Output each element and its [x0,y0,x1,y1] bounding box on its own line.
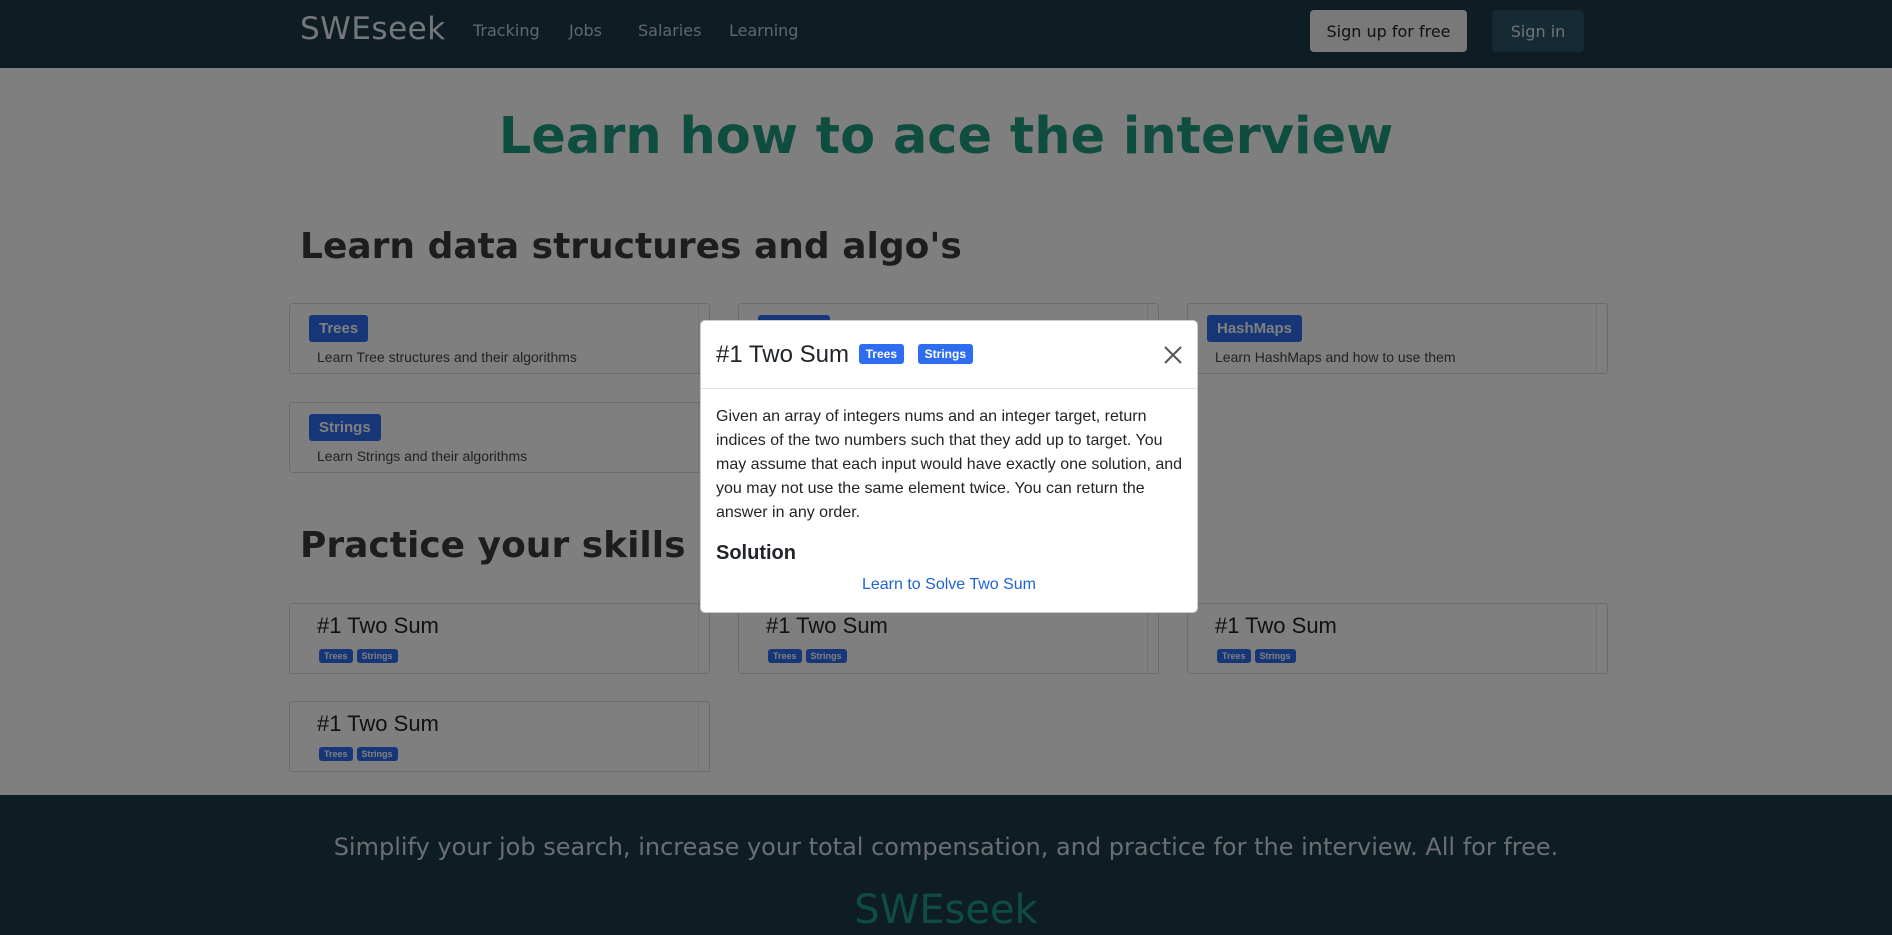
modal-header: #1 Two Sum Trees Strings [701,321,1197,389]
problem-description: Given an array of integers nums and an i… [716,408,1183,521]
modal-tag-badge: Trees [858,344,904,364]
modal-title: #1 Two Sum Trees Strings [716,341,977,369]
solution-link[interactable]: Learn to Solve Two Sum [701,576,1197,594]
solution-heading: Solution [716,542,796,564]
modal-title-text: #1 Two Sum [716,341,849,368]
problem-modal: #1 Two Sum Trees Strings Given an array … [700,320,1198,613]
modal-tag-badge: Strings [917,344,974,364]
close-button[interactable] [1162,344,1184,366]
close-icon [1164,346,1182,364]
